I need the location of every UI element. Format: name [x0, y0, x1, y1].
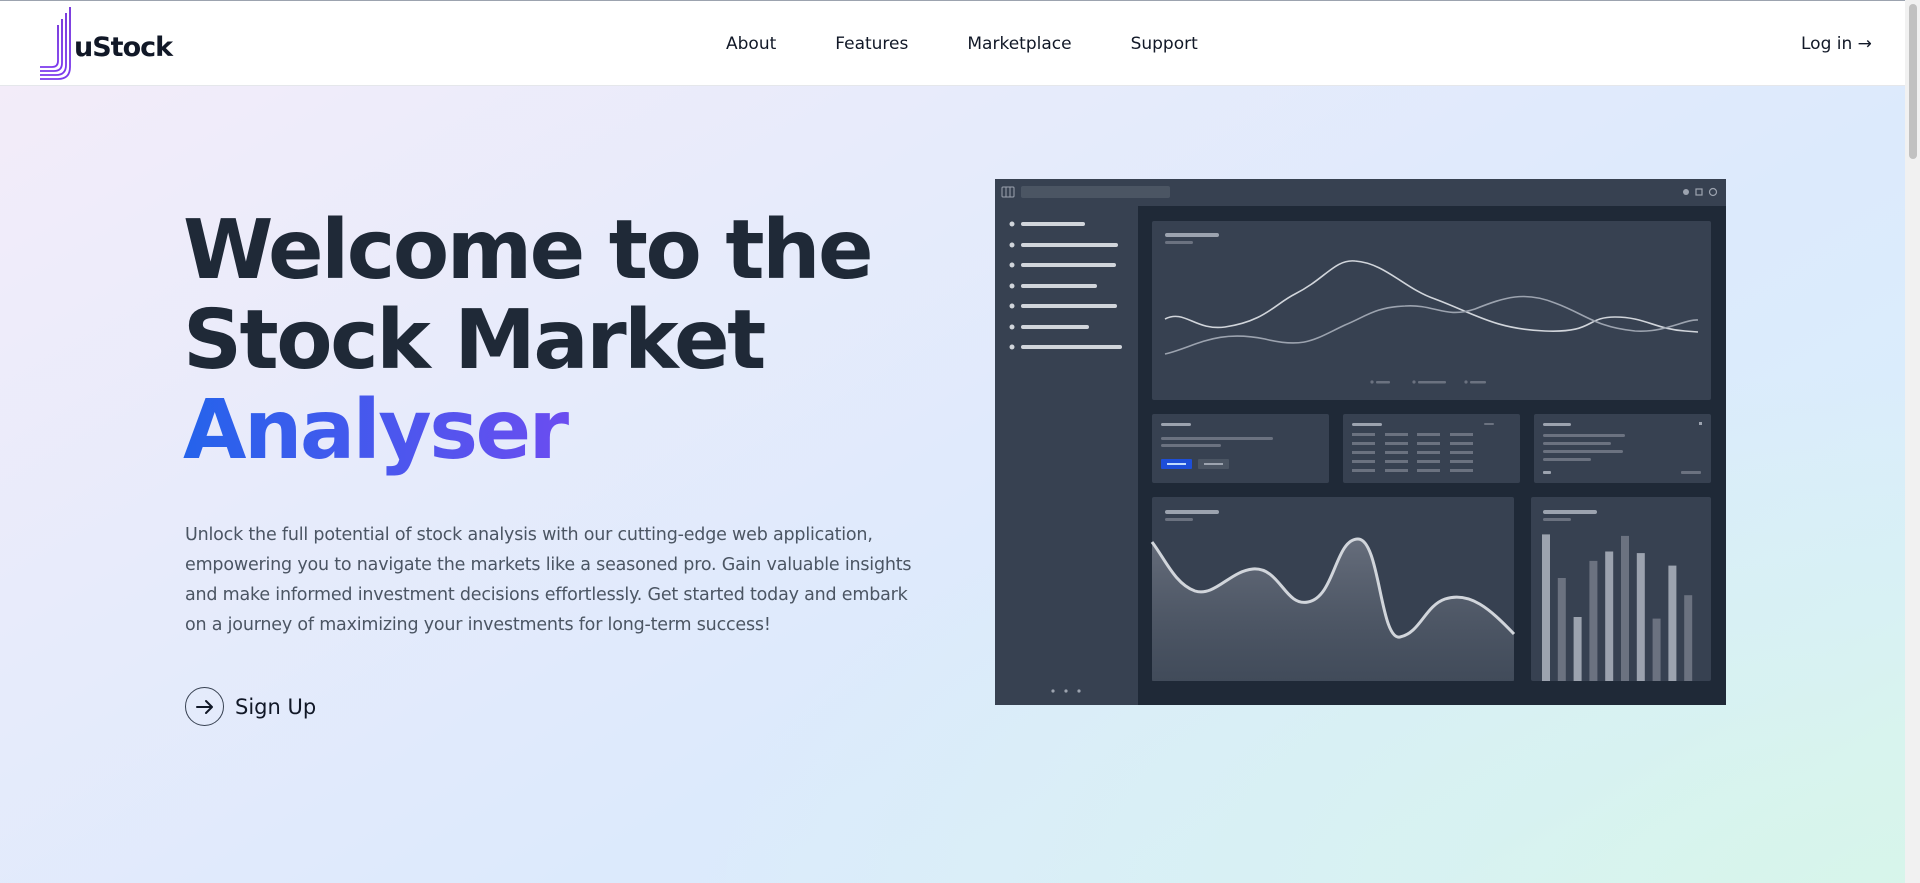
arrow-right-icon	[185, 687, 224, 726]
page: uStock About Features Marketplace Suppor…	[0, 0, 1905, 883]
preview-bar	[1652, 618, 1661, 681]
login-link[interactable]: Log in →	[1801, 34, 1872, 54]
hero-title-line-2: Stock Market	[183, 293, 766, 388]
hero-title-line-1: Welcome to the	[183, 203, 874, 298]
hero-description: Unlock the full potential of stock analy…	[185, 525, 912, 635]
nav-link-support[interactable]: Support	[1131, 34, 1198, 54]
hero-title-accent: Analyser	[183, 386, 903, 476]
logo-text: uStock	[74, 31, 173, 63]
signup-button[interactable]: Sign Up	[185, 687, 316, 726]
nav-link-features[interactable]: Features	[835, 34, 908, 54]
preview-bar	[1573, 617, 1582, 681]
signup-label: Sign Up	[235, 694, 317, 719]
hero-title: Welcome to the Stock Market Analyser	[183, 206, 903, 476]
preview-bar	[1605, 551, 1614, 681]
nav-link-marketplace[interactable]: Marketplace	[967, 34, 1071, 54]
scrollbar-thumb[interactable]	[1909, 4, 1917, 159]
logo-mark-icon	[39, 7, 71, 80]
preview-line-chart-card	[1152, 221, 1711, 400]
preview-bar	[1684, 595, 1693, 681]
dashboard-preview-image[interactable]	[995, 179, 1726, 705]
main-nav: About Features Marketplace Support	[726, 34, 1257, 54]
page-scrollbar[interactable]	[1905, 0, 1920, 883]
preview-bar	[1589, 560, 1598, 681]
preview-bar	[1621, 535, 1629, 681]
preview-bar	[1542, 534, 1550, 681]
preview-sidebar	[995, 206, 1138, 705]
preview-bar	[1636, 553, 1645, 681]
logo[interactable]: uStock	[38, 7, 173, 81]
preview-bar	[1557, 578, 1566, 681]
nav-link-about[interactable]: About	[726, 34, 776, 54]
preview-bar	[1668, 565, 1677, 681]
preview-bell-icon	[1683, 189, 1689, 195]
preview-search-bar	[1021, 186, 1170, 198]
site-header: uStock About Features Marketplace Suppor…	[0, 0, 1905, 86]
hero-section: Welcome to the Stock Market Analyser Unl…	[0, 86, 1905, 883]
